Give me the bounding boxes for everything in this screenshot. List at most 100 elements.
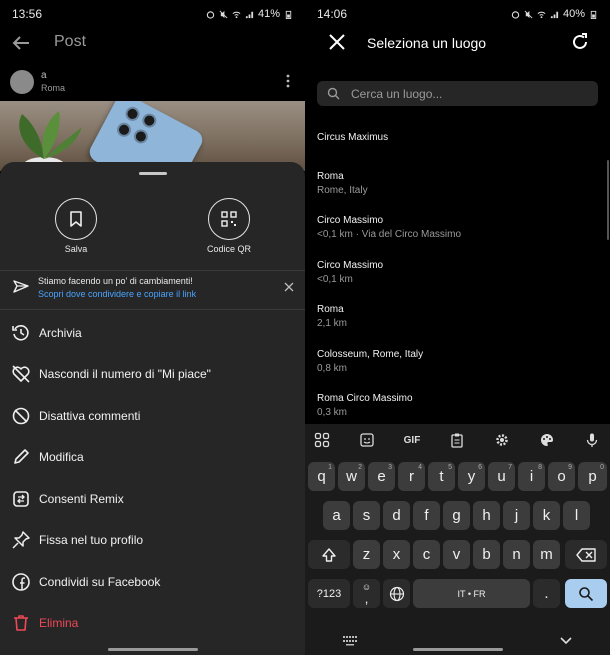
close-icon[interactable] [327,32,347,52]
home-indicator[interactable] [413,648,503,651]
close-icon[interactable] [283,281,295,293]
avatar[interactable] [10,70,34,94]
palette-icon[interactable] [538,431,556,449]
key-z[interactable]: z [353,540,380,569]
key-hint: 8 [538,464,542,471]
post-location[interactable]: Roma [41,83,65,93]
key-c[interactable]: c [413,540,440,569]
search-input[interactable] [351,84,591,103]
menu-item-share-facebook[interactable]: Condividi su Facebook [0,561,305,603]
key-w[interactable]: w2 [338,462,365,491]
key-s[interactable]: s [353,501,380,530]
key-o[interactable]: o9 [548,462,575,491]
menu-item-allow-remix[interactable]: Consenti Remix [0,478,305,520]
key-label: o [557,468,566,485]
hide-likes-icon [12,365,30,383]
location-result-item[interactable]: Roma Circo Massimo 0,3 km [305,385,610,430]
more-options-icon[interactable] [281,72,295,90]
facebook-icon [12,572,30,591]
menu-item-delete[interactable]: Elimina [0,603,305,645]
sheet-drag-handle[interactable] [139,172,167,175]
location-result-item[interactable]: Circo Massimo <0,1 km [305,252,610,297]
location-name: Circus Maximus [317,132,389,143]
refresh-icon[interactable] [570,32,590,52]
key-g[interactable]: g [443,501,470,530]
settings-gear-icon[interactable] [493,431,511,449]
gif-button[interactable]: GIF [401,431,423,449]
key-b[interactable]: b [473,540,500,569]
select-location-screen: 14:06 40% Seleziona un luogo Circus Maxi… [305,0,610,655]
key-label: x [392,546,401,563]
key-p[interactable]: p0 [578,462,607,491]
key-q[interactable]: q1 [308,462,335,491]
share-notice: Stiamo facendo un po' di cambiamenti! Sc… [0,272,305,308]
back-arrow-icon[interactable] [10,32,32,54]
save-button[interactable] [55,198,97,240]
key-r[interactable]: r4 [398,462,425,491]
key-label: u [497,468,506,485]
location-name: Colosseum, Rome, Italy [317,348,424,360]
apps-grid-icon[interactable] [313,431,331,449]
key-label: g [452,507,461,524]
search-icon [327,87,340,100]
author-name[interactable]: a [41,70,47,81]
notice-link[interactable]: Scopri dove condividere e copiare il lin… [38,289,196,299]
key-n[interactable]: n [503,540,530,569]
battery-level: 40% [562,8,585,20]
location-result-item[interactable]: Colosseum, Rome, Italy 0,8 km [305,341,610,386]
shift-key[interactable] [308,540,350,569]
alarm-icon [511,10,520,19]
key-y[interactable]: y6 [458,462,485,491]
key-hint: 7 [508,464,512,471]
key-k[interactable]: k [533,501,560,530]
menu-item-label: Condividi su Facebook [39,574,161,589]
location-search-box[interactable] [317,81,598,106]
key-l[interactable]: l [563,501,590,530]
menu-item-edit[interactable]: Modifica [0,437,305,479]
key-d[interactable]: d [383,501,410,530]
backspace-key[interactable] [565,540,607,569]
key-a[interactable]: a [323,501,350,530]
sticker-icon[interactable] [358,431,376,449]
location-name: Roma [317,304,344,315]
key-h[interactable]: h [473,501,500,530]
key-f[interactable]: f [413,501,440,530]
location-result-item[interactable]: Roma 2,1 km [305,296,610,341]
home-indicator[interactable] [108,648,198,651]
menu-item-pin-profile[interactable]: Fissa nel tuo profilo [0,520,305,562]
menu-item-disable-comments[interactable]: Disattiva commenti [0,395,305,437]
location-result-item[interactable]: Circus Maximus [305,118,610,163]
key-label: n [512,546,521,563]
pencil-icon [14,449,29,465]
key-u[interactable]: u7 [488,462,515,491]
options-bottom-sheet: Salva Codice QR Stiamo facendo un po' di… [0,162,305,655]
key-m[interactable]: m [533,540,560,569]
key-label: q [317,468,326,485]
clipboard-icon[interactable] [448,431,466,449]
scrollbar[interactable] [607,160,609,240]
menu-item-label: Archivia [39,325,82,340]
comma-key[interactable]: ☺ , [353,579,380,608]
period-key[interactable]: . [533,579,560,608]
menu-item-archive[interactable]: Archivia [0,312,305,354]
key-hint: 3 [388,464,392,471]
location-result-item[interactable]: Circo Massimo <0,1 km · Via del Circo Ma… [305,207,610,252]
key-v[interactable]: v [443,540,470,569]
language-key[interactable] [383,579,410,608]
location-result-item[interactable]: Roma Rome, Italy [305,163,610,208]
space-key[interactable]: IT • FR [413,579,530,608]
key-j[interactable]: j [503,501,530,530]
qr-code-button[interactable] [208,198,250,240]
key-t[interactable]: t5 [428,462,455,491]
chevron-down-icon[interactable] [560,637,572,645]
keyboard-switch-icon[interactable] [343,636,357,646]
key-x[interactable]: x [383,540,410,569]
key-e[interactable]: e3 [368,462,395,491]
microphone-icon[interactable] [583,431,601,449]
location-detail: 2,1 km [317,318,348,329]
search-enter-key[interactable] [565,579,607,608]
key-hint: 0 [600,464,604,471]
menu-item-hide-likes[interactable]: Nascondi il numero di "Mi piace" [0,354,305,396]
symbols-key[interactable]: ?123 [308,579,350,608]
key-i[interactable]: i8 [518,462,545,491]
